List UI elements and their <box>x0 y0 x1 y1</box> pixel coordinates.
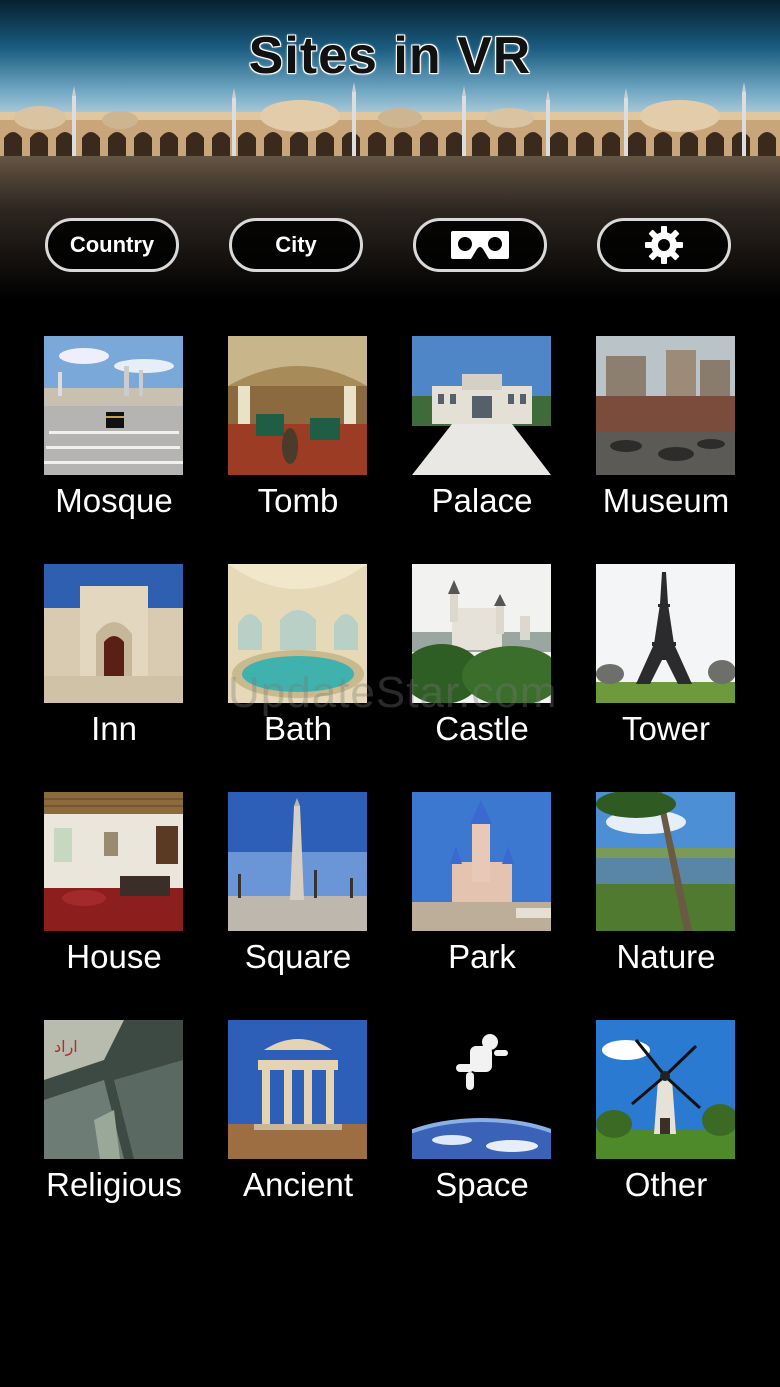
category-label: Ancient <box>242 1166 354 1203</box>
category-tile-religious[interactable]: ﺍﺭﺍﺩ Religious <box>22 1020 206 1220</box>
category-label: Nature <box>616 938 716 975</box>
category-tile-space[interactable]: Space <box>390 1020 574 1220</box>
category-tile-house[interactable]: House <box>22 792 206 992</box>
vr-mode-button[interactable] <box>413 218 547 272</box>
category-tile-mosque[interactable]: Mosque <box>22 336 206 536</box>
category-label: Park <box>448 938 516 975</box>
nature-thumbnail <box>596 792 735 931</box>
category-label: Bath <box>264 710 332 747</box>
country-button[interactable]: Country <box>45 218 179 272</box>
category-label: Tower <box>621 710 711 747</box>
palace-thumbnail <box>412 336 551 475</box>
category-label: Palace <box>431 482 533 519</box>
space-thumbnail <box>412 1020 551 1159</box>
category-label: Mosque <box>55 482 173 519</box>
svg-text:ﺍﺭﺍﺩ: ﺍﺭﺍﺩ <box>54 1037 78 1057</box>
city-button-label: City <box>275 232 317 257</box>
religious-thumbnail: ﺍﺭﺍﺩ <box>44 1020 183 1159</box>
country-button-label: Country <box>69 232 155 257</box>
tomb-thumbnail <box>228 336 367 475</box>
settings-button[interactable] <box>597 218 731 272</box>
tower-thumbnail <box>596 564 735 703</box>
category-tile-museum[interactable]: Museum <box>574 336 758 536</box>
category-label: House <box>66 938 162 975</box>
category-tile-palace[interactable]: Palace <box>390 336 574 536</box>
square-thumbnail <box>228 792 367 931</box>
category-tile-nature[interactable]: Nature <box>574 792 758 992</box>
museum-thumbnail <box>596 336 735 475</box>
category-tile-tower[interactable]: Tower <box>574 564 758 764</box>
park-thumbnail <box>412 792 551 931</box>
category-tile-bath[interactable]: Bath <box>206 564 390 764</box>
house-thumbnail <box>44 792 183 931</box>
vr-headset-icon <box>449 229 511 261</box>
inn-thumbnail <box>44 564 183 703</box>
mosque-thumbnail <box>44 336 183 475</box>
castle-thumbnail <box>412 564 551 703</box>
ancient-thumbnail <box>228 1020 367 1159</box>
bath-thumbnail <box>228 564 367 703</box>
category-label: Religious <box>46 1166 182 1203</box>
category-label: Castle <box>435 710 529 747</box>
category-tile-square[interactable]: Square <box>206 792 390 992</box>
category-tile-castle[interactable]: Castle <box>390 564 574 764</box>
category-label: Other <box>624 1166 708 1203</box>
category-tile-park[interactable]: Park <box>390 792 574 992</box>
city-button[interactable]: City <box>229 218 363 272</box>
category-label: Museum <box>602 482 730 519</box>
category-tile-inn[interactable]: Inn <box>22 564 206 764</box>
category-tile-tomb[interactable]: Tomb <box>206 336 390 536</box>
category-label: Square <box>244 938 352 975</box>
category-label: Tomb <box>257 482 339 519</box>
app-title: Sites in VR <box>248 27 532 85</box>
gear-icon <box>644 225 684 265</box>
category-tile-other[interactable]: Other <box>574 1020 758 1220</box>
other-thumbnail <box>596 1020 735 1159</box>
category-tile-ancient[interactable]: Ancient <box>206 1020 390 1220</box>
category-label: Inn <box>91 710 137 747</box>
category-label: Space <box>435 1166 529 1203</box>
